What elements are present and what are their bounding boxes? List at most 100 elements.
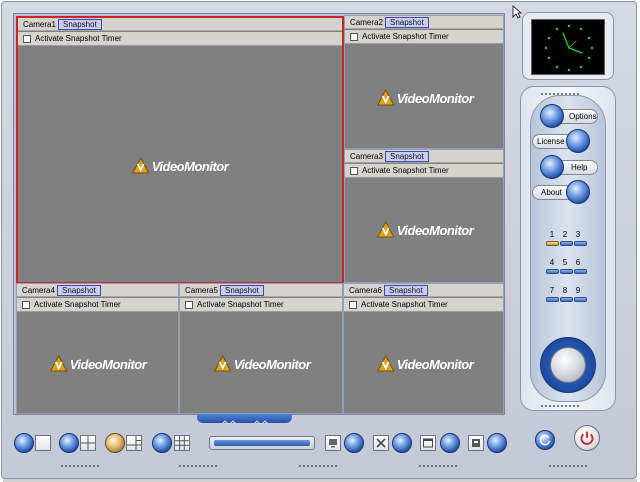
layout-six-orb-button[interactable] bbox=[105, 433, 125, 453]
layout-nine-icon[interactable] bbox=[174, 435, 190, 451]
snapshot-timer-checkbox[interactable] bbox=[349, 301, 357, 309]
camera-grid: Camera1 Snapshot Activate Snapshot Timer… bbox=[13, 13, 505, 415]
info-icon[interactable] bbox=[468, 435, 484, 451]
camera-panel-3[interactable]: Camera3 Snapshot Activate Snapshot Timer… bbox=[344, 149, 504, 283]
videomonitor-logo-text: VideoMonitor bbox=[69, 356, 147, 372]
monitor-icon[interactable] bbox=[325, 435, 341, 451]
camera-panel-2[interactable]: Camera2 Snapshot Activate Snapshot Timer… bbox=[344, 15, 504, 149]
camera-panel-5[interactable]: Camera5 Snapshot Activate Snapshot Timer… bbox=[179, 283, 343, 414]
camera-panel-6[interactable]: Camera6 Snapshot Activate Snapshot Timer… bbox=[343, 283, 504, 414]
license-orb-button[interactable] bbox=[566, 129, 590, 153]
camera-select-6[interactable] bbox=[574, 269, 587, 274]
camera-panel-4[interactable]: Camera4 Snapshot Activate Snapshot Timer… bbox=[16, 283, 179, 414]
videomonitor-logo-text: VideoMonitor bbox=[396, 90, 474, 106]
videomonitor-logo: VideoMonitor bbox=[376, 221, 474, 239]
num-label-7: 7 bbox=[549, 286, 555, 295]
tools-icon[interactable] bbox=[373, 435, 389, 451]
layout-single-icon[interactable] bbox=[35, 435, 51, 451]
help-label: Help bbox=[571, 163, 588, 172]
snapshot-timer-checkbox[interactable] bbox=[23, 35, 31, 43]
camera-select-1[interactable] bbox=[546, 241, 559, 246]
vent-dots bbox=[540, 404, 580, 408]
snapshot-button[interactable]: Snapshot bbox=[385, 151, 429, 162]
camera-panel-1[interactable]: Camera1 Snapshot Activate Snapshot Timer… bbox=[16, 16, 344, 284]
vent-dots bbox=[540, 92, 580, 96]
videomonitor-logo-icon bbox=[213, 355, 232, 372]
camera-header: Camera2 Snapshot bbox=[345, 16, 503, 29]
camera-select-5[interactable] bbox=[560, 269, 573, 274]
camera-header: Camera1 Snapshot bbox=[18, 18, 342, 31]
window-orb-button[interactable] bbox=[440, 433, 460, 453]
camera-name: Camera2 bbox=[350, 18, 383, 27]
snapshot-timer-checkbox[interactable] bbox=[350, 167, 358, 175]
camera-options: Activate Snapshot Timer bbox=[180, 298, 342, 312]
snapshot-timer-checkbox[interactable] bbox=[350, 33, 358, 41]
num-label-6: 6 bbox=[575, 258, 581, 267]
snapshot-button[interactable]: Snapshot bbox=[58, 19, 102, 30]
about-orb-button[interactable] bbox=[566, 180, 590, 204]
camera-select-3[interactable] bbox=[574, 241, 587, 246]
info-orb-button[interactable] bbox=[487, 433, 507, 453]
num-label-2: 2 bbox=[562, 230, 568, 239]
refresh-button[interactable] bbox=[535, 430, 555, 450]
vent-dots bbox=[60, 464, 100, 468]
layout-six-icon[interactable] bbox=[126, 435, 142, 451]
camera-select-7[interactable] bbox=[546, 297, 559, 302]
camera-header: Camera6 Snapshot bbox=[344, 284, 503, 297]
num-label-5: 5 bbox=[562, 258, 568, 267]
joystick-knob[interactable] bbox=[550, 347, 586, 383]
snapshot-timer-checkbox[interactable] bbox=[185, 301, 193, 309]
license-label: License bbox=[537, 137, 565, 146]
camera-options: Activate Snapshot Timer bbox=[17, 298, 178, 312]
snapshot-button[interactable]: Snapshot bbox=[220, 285, 264, 296]
grid-expand-tab[interactable] bbox=[197, 414, 292, 425]
videomonitor-logo: VideoMonitor bbox=[376, 355, 474, 373]
clock-panel bbox=[522, 12, 614, 80]
camera-options: Activate Snapshot Timer bbox=[18, 32, 342, 46]
videomonitor-logo-text: VideoMonitor bbox=[396, 356, 474, 372]
layout-quad-orb-button[interactable] bbox=[59, 433, 79, 453]
tools-orb-button[interactable] bbox=[392, 433, 412, 453]
monitor-orb-button[interactable] bbox=[344, 433, 364, 453]
snapshot-button[interactable]: Snapshot bbox=[57, 285, 101, 296]
snapshot-timer-label: Activate Snapshot Timer bbox=[361, 300, 448, 309]
slider-track bbox=[214, 440, 310, 446]
window-icon[interactable] bbox=[420, 435, 436, 451]
options-orb-button[interactable] bbox=[540, 104, 564, 128]
layout-quad-icon[interactable] bbox=[80, 435, 96, 451]
camera-header: Camera5 Snapshot bbox=[180, 284, 342, 297]
camera-select-2[interactable] bbox=[560, 241, 573, 246]
camera-options: Activate Snapshot Timer bbox=[345, 164, 503, 178]
camera-select-8[interactable] bbox=[560, 297, 573, 302]
videomonitor-logo-text: VideoMonitor bbox=[151, 158, 229, 174]
camera-select-4[interactable] bbox=[546, 269, 559, 274]
mouse-cursor-icon bbox=[512, 5, 522, 19]
snapshot-timer-checkbox[interactable] bbox=[22, 301, 30, 309]
vent-dots bbox=[548, 464, 588, 468]
num-label-8: 8 bbox=[562, 286, 568, 295]
ptz-joystick[interactable] bbox=[540, 337, 596, 393]
power-button[interactable] bbox=[574, 425, 600, 451]
snapshot-button[interactable]: Snapshot bbox=[384, 285, 428, 296]
camera-header: Camera4 Snapshot bbox=[17, 284, 178, 297]
videomonitor-logo-icon bbox=[376, 221, 395, 238]
camera-select-9[interactable] bbox=[574, 297, 587, 302]
snapshot-timer-label: Activate Snapshot Timer bbox=[362, 32, 449, 41]
refresh-icon bbox=[539, 434, 551, 446]
videomonitor-logo-text: VideoMonitor bbox=[396, 222, 474, 238]
snapshot-button[interactable]: Snapshot bbox=[385, 17, 429, 28]
videomonitor-logo: VideoMonitor bbox=[49, 355, 147, 373]
clock-icon bbox=[531, 19, 605, 75]
camera-name: Camera1 bbox=[23, 20, 56, 29]
videomonitor-logo-icon bbox=[131, 157, 150, 174]
layout-single-orb-button[interactable] bbox=[14, 433, 34, 453]
videomonitor-logo-icon bbox=[376, 89, 395, 106]
layout-nine-orb-button[interactable] bbox=[152, 433, 172, 453]
expand-arrows-icon bbox=[221, 420, 269, 425]
snapshot-timer-label: Activate Snapshot Timer bbox=[35, 34, 122, 43]
num-label-4: 4 bbox=[549, 258, 555, 267]
volume-slider[interactable] bbox=[209, 436, 315, 450]
camera-name: Camera4 bbox=[22, 286, 55, 295]
videomonitor-logo: VideoMonitor bbox=[213, 355, 311, 373]
help-orb-button[interactable] bbox=[540, 155, 564, 179]
